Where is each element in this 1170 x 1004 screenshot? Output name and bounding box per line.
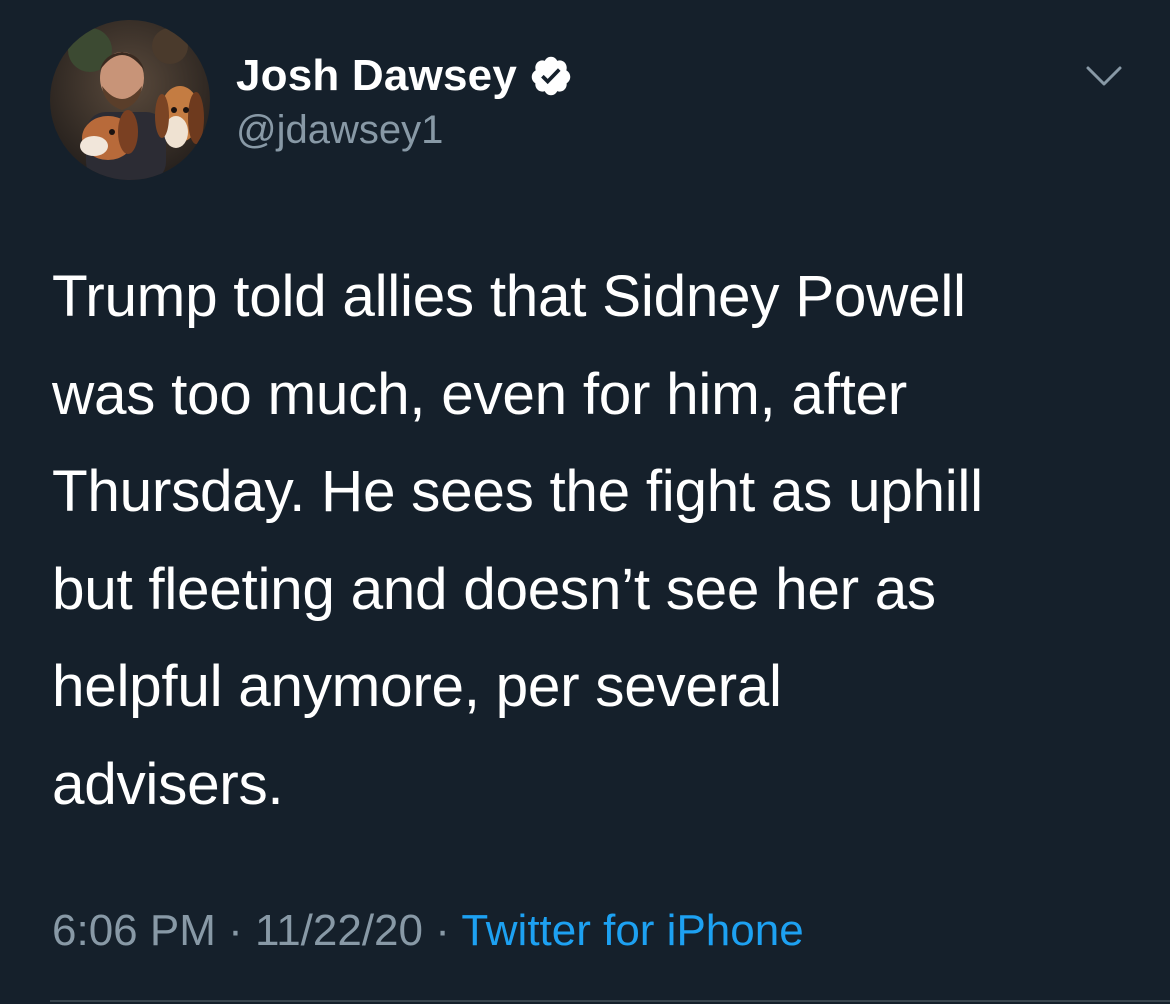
tweet-date[interactable]: 11/22/20 <box>255 906 423 955</box>
verified-badge-icon <box>529 54 573 98</box>
tweet-card: Josh Dawsey @jdawsey1 Trump told allies … <box>0 0 1170 1004</box>
tweet-source-link[interactable]: Twitter for iPhone <box>461 906 803 955</box>
chevron-down-icon[interactable] <box>1080 56 1128 96</box>
author-name-row[interactable]: Josh Dawsey <box>236 48 573 104</box>
meta-separator: · <box>215 906 255 955</box>
tweet-time[interactable]: 6:06 PM <box>52 906 216 955</box>
user-handle[interactable]: @jdawsey1 <box>236 108 443 153</box>
avatar-photo <box>50 20 210 180</box>
meta-separator: · <box>423 906 462 955</box>
display-name[interactable]: Josh Dawsey <box>236 51 517 101</box>
divider <box>50 1000 1170 1002</box>
tweet-meta: 6:06 PM · 11/22/20 · Twitter for iPhone <box>52 906 804 956</box>
avatar[interactable] <box>50 20 210 180</box>
tweet-text: Trump told allies that Sidney Powell was… <box>52 264 983 817</box>
